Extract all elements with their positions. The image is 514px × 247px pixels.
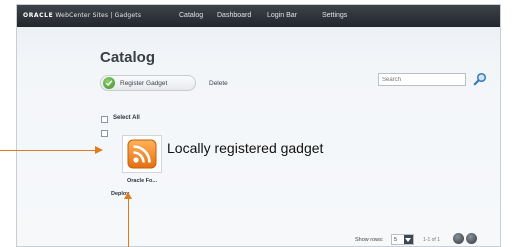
delete-button[interactable]: Delete	[209, 80, 228, 87]
previous-page-button[interactable]	[453, 233, 464, 244]
top-navigation-bar: ORACLE WebCenter Sites | Gadgets Catalog…	[17, 5, 500, 27]
select-all-checkbox[interactable]	[101, 116, 108, 123]
product-name: WebCenter Sites | Gadgets	[55, 12, 142, 19]
search-icon[interactable]	[473, 72, 487, 86]
register-gadget-label: Register Gadget	[120, 79, 168, 87]
next-page-button[interactable]	[466, 233, 477, 244]
nav-dashboard[interactable]: Dashboard	[217, 11, 251, 21]
rows-per-page-value: 5	[394, 236, 398, 243]
gadget-checkbox[interactable]	[101, 130, 108, 137]
show-rows-label: Show rows:	[355, 237, 384, 243]
chevron-down-icon	[403, 235, 413, 244]
rss-feed-icon	[127, 139, 157, 169]
gadget-tile[interactable]	[122, 135, 162, 173]
callout-line-vertical	[128, 198, 129, 247]
page-title: Catalog	[100, 49, 156, 66]
brand: ORACLE WebCenter Sites | Gadgets	[23, 11, 141, 21]
register-gadget-button[interactable]: Register Gadget	[100, 75, 196, 91]
nav-login-bar[interactable]: Login Bar	[267, 11, 297, 21]
rows-per-page-select[interactable]: 5	[391, 234, 414, 245]
checkmark-icon	[103, 77, 115, 89]
page-info: 1-1 of 1	[423, 237, 440, 243]
nav-catalog[interactable]: Catalog	[179, 11, 203, 21]
search-input[interactable]	[378, 73, 466, 86]
callout-arrow-up-icon	[124, 192, 132, 199]
callout-arrow-right-icon	[95, 146, 103, 154]
callout-line-horizontal	[0, 150, 97, 151]
oracle-logo: ORACLE	[23, 12, 54, 19]
annotation-label: Locally registered gadget	[167, 140, 324, 156]
select-all-label: Select All	[113, 115, 140, 121]
app-window: ORACLE WebCenter Sites | Gadgets Catalog…	[16, 4, 501, 247]
nav-settings[interactable]: Settings	[322, 11, 347, 21]
gadget-name: Oracle Fo...	[127, 178, 157, 184]
